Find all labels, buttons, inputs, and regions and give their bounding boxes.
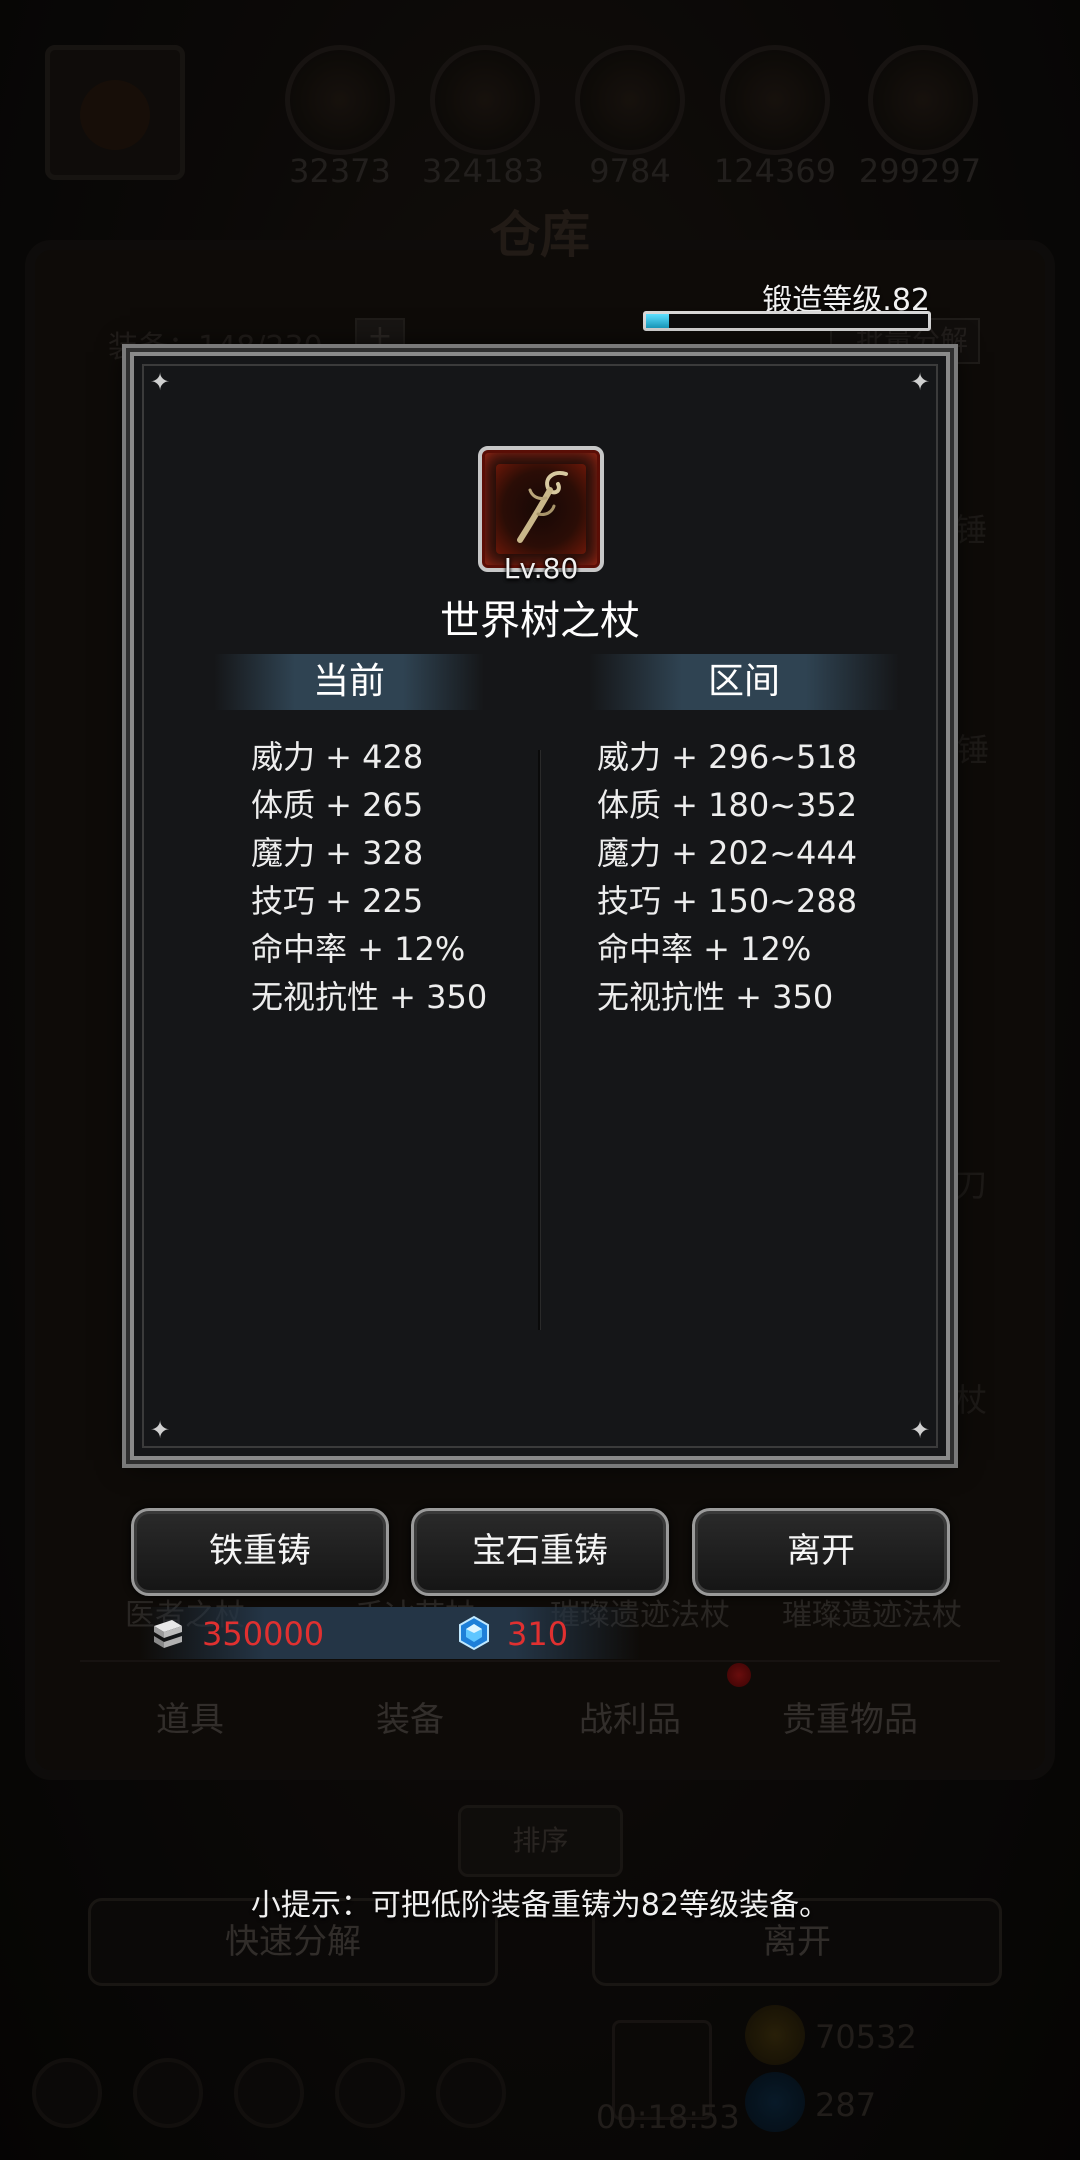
current-column-header: 当前	[214, 654, 484, 710]
stat-row: 技巧 + 225	[251, 882, 424, 920]
stat-row: 命中率 + 12%	[251, 930, 466, 968]
stat-row: 体质 + 265	[251, 786, 424, 824]
gem-reforge-button[interactable]: 宝石重铸	[411, 1508, 669, 1596]
stat-row: 威力 + 428	[251, 738, 424, 776]
stat-row: 技巧 + 150~288	[597, 882, 858, 920]
column-divider	[538, 750, 540, 1330]
blue-gem-icon	[456, 1615, 492, 1651]
iron-reforge-button[interactable]: 铁重铸	[131, 1508, 389, 1596]
stat-row: 威力 + 296~518	[597, 738, 858, 776]
stat-row: 体质 + 180~352	[597, 786, 858, 824]
stat-row: 无视抗性 + 350	[251, 978, 488, 1016]
gem-cost: 310	[507, 1615, 569, 1653]
stat-row: 魔力 + 202~444	[597, 834, 858, 872]
reforge-dialog: ✦ ✦ ✦ ✦ Lv.80 世界树之杖 当前 区间 威力 + 428 体质 + …	[130, 352, 950, 1460]
stat-row: 魔力 + 328	[251, 834, 424, 872]
sparkle-icon: ✦	[909, 1416, 931, 1444]
iron-ingot-icon	[150, 1616, 186, 1650]
stat-row: 命中率 + 12%	[597, 930, 812, 968]
sparkle-icon: ✦	[909, 368, 931, 396]
iron-cost: 350000	[202, 1615, 325, 1653]
range-stats: 威力 + 296~518 体质 + 180~352 魔力 + 202~444 技…	[597, 733, 857, 1021]
staff-icon	[496, 464, 586, 554]
item-level: Lv.80	[503, 552, 579, 585]
forge-progress-bar	[643, 311, 931, 331]
sparkle-icon: ✦	[149, 368, 171, 396]
hint-text: 小提示：可把低阶装备重铸为82等级装备。	[250, 1888, 830, 1923]
sparkle-icon: ✦	[149, 1416, 171, 1444]
item-name: 世界树之杖	[440, 598, 640, 644]
current-stats: 威力 + 428 体质 + 265 魔力 + 328 技巧 + 225 命中率 …	[251, 733, 487, 1021]
forge-progress-fill	[646, 314, 669, 328]
stat-row: 无视抗性 + 350	[597, 978, 834, 1016]
range-column-header: 区间	[589, 654, 899, 710]
leave-button[interactable]: 离开	[692, 1508, 950, 1596]
